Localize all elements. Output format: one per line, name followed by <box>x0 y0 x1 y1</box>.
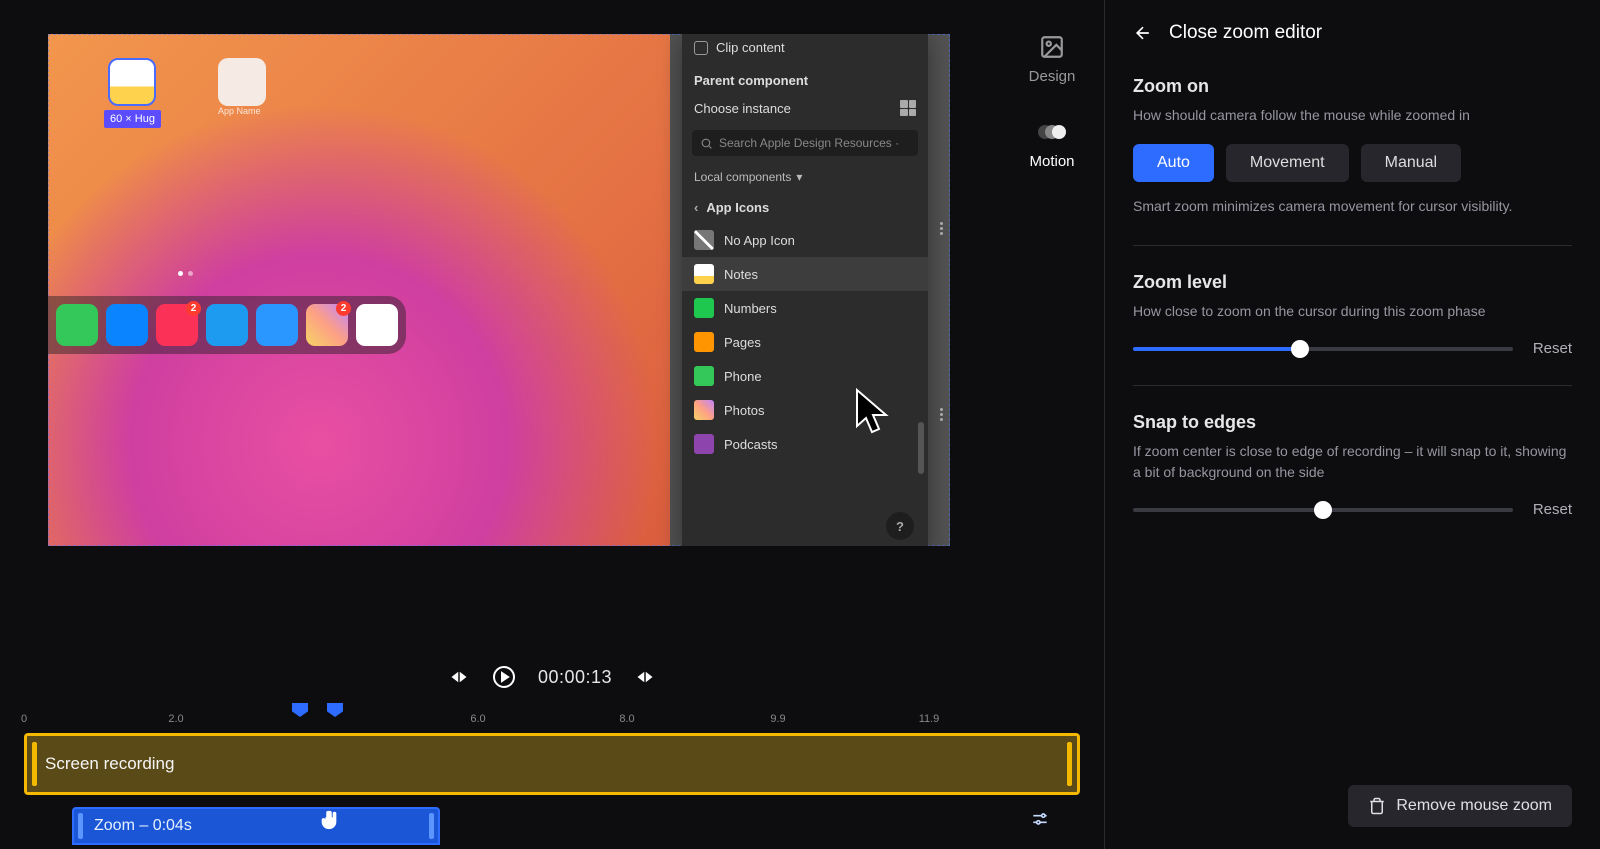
track-label: Zoom – 0:04s <box>94 817 192 835</box>
zoom-level-slider[interactable] <box>1133 347 1513 351</box>
zoom-on-hint: Smart zoom minimizes camera movement for… <box>1133 196 1572 217</box>
help-icon[interactable]: ? <box>886 512 914 540</box>
figma-instance-panel: Clip content Parent component Choose ins… <box>682 34 928 546</box>
arrow-left-icon <box>1133 23 1153 43</box>
dock: 2 2 <box>48 296 406 354</box>
dock-messages-icon <box>56 304 98 346</box>
panel-scrollbar[interactable] <box>918 422 924 474</box>
image-icon <box>1037 32 1067 62</box>
dock-safari-icon <box>106 304 148 346</box>
app-icons-heading: App Icons <box>706 200 769 215</box>
list-item[interactable]: Numbers <box>682 291 928 325</box>
instance-search-input[interactable]: Search Apple Design Resources · <box>692 130 918 156</box>
tab-design[interactable]: Design <box>1029 32 1076 85</box>
tab-motion[interactable]: Motion <box>1029 117 1074 170</box>
snap-edges-heading: Snap to edges <box>1133 412 1572 433</box>
clip-settings-icon[interactable] <box>1030 809 1050 834</box>
preview-canvas: 60 × Hug App Name 2 2 Clip content Paren… <box>0 0 1000 657</box>
clip-content-label: Clip content <box>716 40 785 55</box>
local-components-dropdown[interactable]: Local components▾ <box>682 162 928 192</box>
timeline-ruler[interactable]: 0 2.0 6.0 8.0 9.9 11.9 <box>24 705 1080 733</box>
zoom-level-heading: Zoom level <box>1133 272 1572 293</box>
grid-view-icon[interactable] <box>900 100 916 116</box>
zoom-mode-manual[interactable]: Manual <box>1361 144 1461 182</box>
dock-files-icon <box>256 304 298 346</box>
app-name-label: App Name <box>218 106 261 116</box>
close-zoom-editor-button[interactable]: Close zoom editor <box>1133 22 1572 44</box>
motion-icon <box>1037 117 1067 147</box>
zoom-on-description: How should camera follow the mouse while… <box>1133 105 1572 126</box>
play-button[interactable] <box>492 665 516 689</box>
rewind-button[interactable] <box>448 668 470 686</box>
back-icon[interactable]: ‹ <box>694 200 698 215</box>
playhead-marker[interactable] <box>292 703 308 717</box>
snap-edges-reset-button[interactable]: Reset <box>1533 501 1572 518</box>
dock-mail-icon <box>206 304 248 346</box>
dock-photos-icon: 2 <box>306 304 348 346</box>
selected-app-icon <box>108 58 156 106</box>
snap-edges-description: If zoom center is close to edge of recor… <box>1133 441 1572 483</box>
dock-notes-icon <box>356 304 398 346</box>
parent-component-heading: Parent component <box>682 61 928 92</box>
list-item[interactable]: Notes <box>682 257 928 291</box>
zoom-on-heading: Zoom on <box>1133 76 1572 97</box>
zoom-level-description: How close to zoom on the cursor during t… <box>1133 301 1572 322</box>
list-item[interactable]: Pages <box>682 325 928 359</box>
forward-button[interactable] <box>634 668 656 686</box>
zoom-mode-movement[interactable]: Movement <box>1226 144 1349 182</box>
track-screen-recording[interactable]: Screen recording <box>24 733 1080 795</box>
snap-edges-slider[interactable] <box>1133 508 1513 512</box>
cursor-arrow-icon <box>852 386 892 436</box>
grab-hand-icon[interactable] <box>318 809 340 836</box>
chevron-down-icon: ▾ <box>796 170 802 184</box>
selection-size-badge: 60 × Hug <box>104 110 161 128</box>
dock-music-icon: 2 <box>156 304 198 346</box>
list-item[interactable]: No App Icon <box>682 223 928 257</box>
zoom-level-reset-button[interactable]: Reset <box>1533 340 1572 357</box>
clip-content-checkbox[interactable] <box>694 41 708 55</box>
track-label: Screen recording <box>45 754 174 774</box>
trash-icon <box>1368 797 1386 815</box>
app-icon-placeholder <box>218 58 266 106</box>
remove-mouse-zoom-button[interactable]: Remove mouse zoom <box>1348 785 1572 827</box>
zoom-mode-auto[interactable]: Auto <box>1133 144 1214 182</box>
playback-time: 00:00:13 <box>538 667 612 688</box>
choose-instance-label[interactable]: Choose instance <box>694 101 791 116</box>
track-zoom-clip[interactable]: Zoom – 0:04s <box>72 807 440 845</box>
playhead-marker[interactable] <box>327 703 343 717</box>
